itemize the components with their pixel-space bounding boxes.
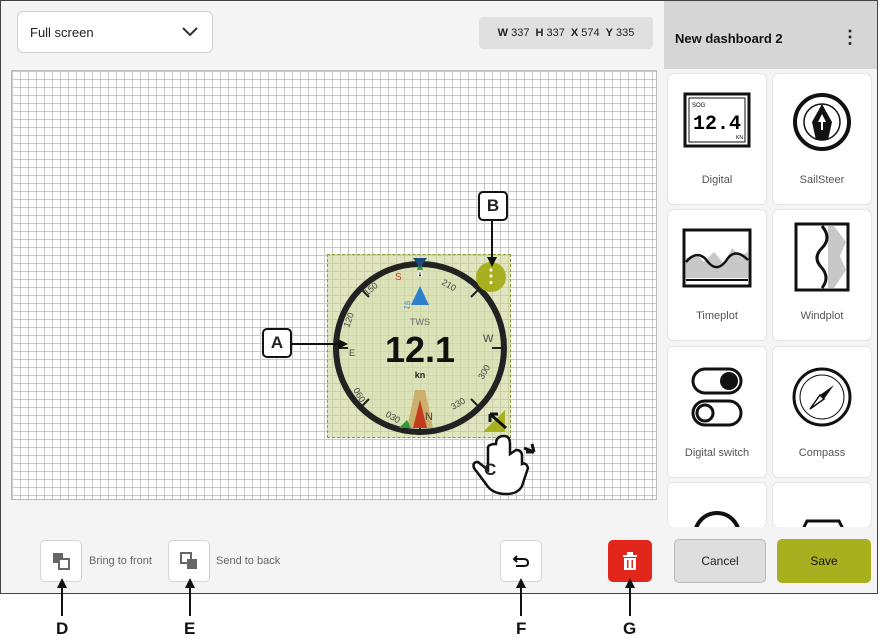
bring-to-front-button[interactable] <box>40 540 82 582</box>
scale-label: N <box>425 411 433 423</box>
delete-button[interactable] <box>608 540 652 582</box>
display-icon <box>802 519 844 527</box>
callout-g-arrow <box>625 578 635 616</box>
callout-b: B <box>478 191 508 221</box>
callout-e-arrow <box>185 578 195 616</box>
resize-gesture-icon <box>472 412 536 496</box>
geometry-readout: W 337 H 337 X 574 Y 335 <box>479 17 653 49</box>
widget-tile-digital-switch[interactable]: Digital switch <box>668 347 766 477</box>
gauge-icon <box>694 511 740 527</box>
digital-preview-value: 12.4 <box>693 113 741 136</box>
trash-icon <box>623 552 637 570</box>
callout-f: F <box>516 619 527 638</box>
widget-tile-compass[interactable]: Compass <box>773 347 871 477</box>
scale-label: W <box>483 333 494 345</box>
send-to-back-icon <box>180 552 197 569</box>
x-value: 574 <box>581 27 600 39</box>
callout-e: E <box>184 619 196 638</box>
digital-preview-label: SOG <box>692 103 706 109</box>
digital-readout-icon: SOG 12.4 KN <box>683 92 751 148</box>
sailsteer-icon <box>793 93 851 151</box>
callout-f-arrow <box>516 578 526 616</box>
y-label: Y <box>605 27 613 39</box>
tile-label: Timeplot <box>696 310 738 322</box>
scale-label: S <box>395 272 402 283</box>
x-label: X <box>570 27 579 39</box>
width-value: 337 <box>511 27 530 39</box>
compass-icon <box>792 367 852 427</box>
gauge-value: 12.1 <box>385 329 455 370</box>
bring-to-front-icon <box>53 553 70 570</box>
widget-tile-digital[interactable]: SOG 12.4 KN Digital <box>668 74 766 204</box>
callout-a-arrow <box>292 339 348 349</box>
callout-b-arrow <box>487 221 497 267</box>
width-label: W <box>497 27 509 39</box>
widget-tile-windplot[interactable]: Windplot <box>773 210 871 340</box>
callout-c-label: C <box>484 460 497 479</box>
panel-footer: Cancel Save <box>664 527 877 593</box>
windplot-icon <box>794 222 850 292</box>
tile-label: Digital switch <box>684 447 750 459</box>
view-mode-value: Full screen <box>30 25 94 40</box>
cancel-button[interactable]: Cancel <box>674 539 766 583</box>
tile-label: SailSteer <box>799 174 845 186</box>
widget-tile-partial[interactable] <box>773 483 871 527</box>
chevron-down-icon <box>182 27 198 37</box>
widget-panel: New dashboard 2 ⋮ SOG 12.4 KN Digital Sa… <box>664 1 877 593</box>
toggle-switch-icon <box>691 367 743 427</box>
height-value: 337 <box>546 27 565 39</box>
callout-g: G <box>623 619 637 638</box>
gauge-unit: kn <box>415 370 426 380</box>
top-toolbar: Full screen W 337 H 337 X 574 Y 335 <box>1 1 663 69</box>
panel-header: New dashboard 2 ⋮ <box>664 1 877 69</box>
dashboard-title: New dashboard 2 <box>675 31 783 46</box>
gauge-pointer-label: A <box>417 269 423 278</box>
callout-a: A <box>262 328 292 358</box>
gauge-metric-label: TWS <box>410 317 430 327</box>
callout-d: D <box>56 619 69 638</box>
view-mode-dropdown[interactable]: Full screen <box>17 11 213 53</box>
widget-tile-partial[interactable] <box>668 483 766 527</box>
tile-label: Windplot <box>800 310 844 322</box>
digital-preview-unit: KN <box>736 135 743 141</box>
callout-d-arrow <box>57 578 67 616</box>
send-to-back-button[interactable] <box>168 540 210 582</box>
save-button[interactable]: Save <box>777 539 871 583</box>
widget-tile-sailsteer[interactable]: SailSteer <box>773 74 871 204</box>
undo-icon <box>512 555 530 567</box>
tile-label: Digital <box>701 174 733 186</box>
tile-label: Compass <box>798 447 846 459</box>
timeplot-icon <box>682 228 752 288</box>
height-label: H <box>535 27 544 39</box>
panel-menu-button[interactable]: ⋮ <box>841 27 859 48</box>
scale-label: E <box>349 348 355 358</box>
send-to-back-label: Send to back <box>216 555 281 567</box>
undo-button[interactable] <box>500 540 542 582</box>
y-value: 335 <box>616 27 635 39</box>
widget-tile-timeplot[interactable]: Timeplot <box>668 210 766 340</box>
bring-to-front-label: Bring to front <box>89 555 152 567</box>
